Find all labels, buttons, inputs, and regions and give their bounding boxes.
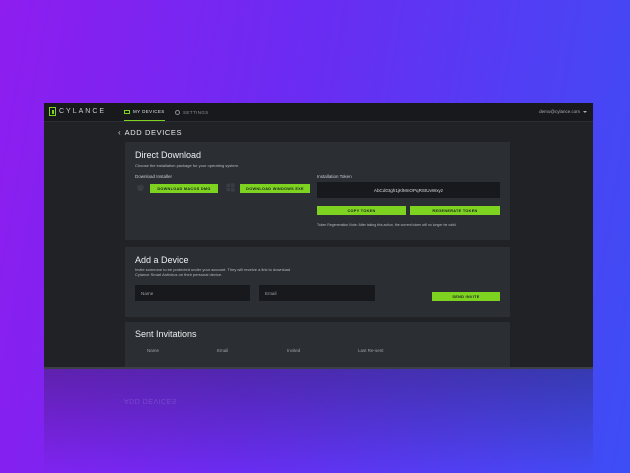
app-window: CYLANCE MY DEVICES SETTINGS demo@cylance… [44, 103, 593, 369]
window-bottom-edge [44, 367, 593, 369]
send-invite-button[interactable]: SEND INVITE [432, 292, 500, 301]
windows-icon [226, 183, 235, 192]
cylance-logo-icon [49, 107, 56, 116]
monitor-icon [124, 109, 130, 114]
sent-invitations-title: Sent Invitations [135, 329, 197, 339]
column-header-name[interactable]: Name [147, 348, 159, 353]
download-installer-label: Download Installer [135, 174, 173, 179]
page-title: ADD DEVICES [124, 128, 183, 137]
nav-item-label: MY DEVICES [133, 109, 165, 114]
installation-token-field[interactable]: AbCdGtgh1jKlMnOPqRStUvWxyz [317, 182, 500, 198]
direct-download-panel: Direct Download Choose the installation … [125, 142, 510, 240]
column-header-invited[interactable]: Invited [287, 348, 300, 353]
nav-item-my-devices[interactable]: MY DEVICES [124, 103, 165, 121]
nav-item-label: SETTINGS [183, 109, 209, 115]
direct-download-title: Direct Download [135, 150, 202, 160]
gear-icon [175, 109, 180, 115]
user-menu[interactable]: demo@cylance.com [539, 109, 587, 114]
regenerate-token-button[interactable]: REGENERATE TOKEN [410, 206, 500, 215]
token-regeneration-note: Token Regeneration Note: After taking th… [317, 223, 457, 227]
sent-invitations-panel: Sent Invitations Name Email Invited Last… [125, 322, 510, 367]
apple-icon [137, 183, 144, 191]
brand-name: CYLANCE [59, 108, 107, 115]
direct-download-subtitle: Choose the installation package for your… [135, 163, 240, 168]
copy-token-button[interactable]: COPY TOKEN [317, 206, 406, 215]
add-device-description-line2: Cylance Smart Antivirus on their persona… [135, 272, 223, 277]
add-device-panel: Add a Device Invite someone to be protec… [125, 247, 510, 317]
email-input[interactable]: Email [259, 285, 375, 301]
chevron-down-icon [583, 110, 587, 113]
add-device-title: Add a Device [135, 255, 189, 265]
column-header-last-resent[interactable]: Last Re-sent [358, 348, 384, 353]
top-navigation-bar: CYLANCE MY DEVICES SETTINGS demo@cylance… [44, 103, 593, 122]
name-input[interactable]: Name [135, 285, 250, 301]
download-macos-button[interactable]: DOWNLOAD MACOS DMG [150, 184, 218, 193]
chevron-left-icon[interactable]: ‹ [118, 128, 121, 137]
installation-token-label: Installation Token [317, 174, 352, 179]
download-windows-button[interactable]: DOWNLOAD WINDOWS EXE [240, 184, 310, 193]
page-header: ‹ ADD DEVICES [118, 128, 182, 137]
brand-logo[interactable]: CYLANCE [49, 107, 106, 116]
user-email: demo@cylance.com [539, 109, 580, 114]
reflection-ghost-text: ADD DEVICES [124, 397, 177, 404]
screen-reflection: ADD DEVICES [44, 369, 593, 473]
column-header-email[interactable]: Email [217, 348, 228, 353]
nav-item-settings[interactable]: SETTINGS [175, 103, 209, 121]
